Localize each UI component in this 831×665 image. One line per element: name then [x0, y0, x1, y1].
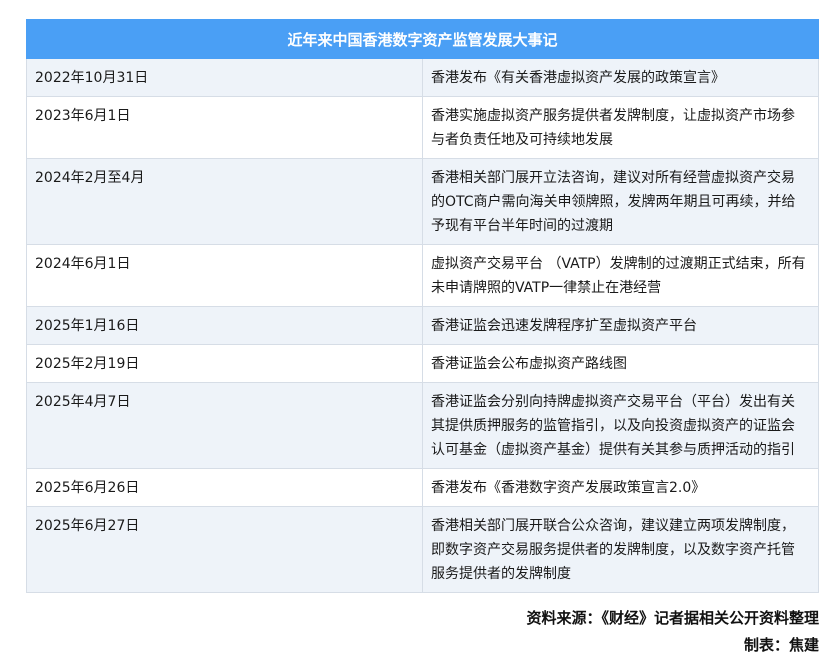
table-row: 2025年6月26日 香港发布《香港数字资产发展政策宣言2.0》	[26, 468, 819, 507]
row-event: 虚拟资产交易平台 （VATP）发牌制的过渡期正式结束，所有未申请牌照的VATP一…	[422, 244, 819, 307]
row-date: 2023年6月1日	[26, 96, 423, 159]
row-event: 香港证监会分别向持牌虚拟资产交易平台（平台）发出有关其提供质押服务的监管指引，以…	[422, 382, 819, 469]
row-event: 香港实施虚拟资产服务提供者发牌制度，让虚拟资产市场参与者负责任地及可持续地发展	[422, 96, 819, 159]
row-date: 2025年4月7日	[26, 382, 423, 469]
row-event: 香港证监会公布虚拟资产路线图	[422, 344, 819, 383]
row-date: 2024年6月1日	[26, 244, 423, 307]
table-row: 2025年1月16日 香港证监会迅速发牌程序扩至虚拟资产平台	[26, 306, 819, 345]
table-row: 2024年2月至4月 香港相关部门展开立法咨询，建议对所有经营虚拟资产交易的OT…	[26, 158, 819, 245]
table-header-row: 近年来中国香港数字资产监管发展大事记	[26, 19, 819, 59]
row-date: 2025年6月27日	[26, 506, 423, 593]
row-date: 2025年2月19日	[26, 344, 423, 383]
row-event: 香港发布《香港数字资产发展政策宣言2.0》	[422, 468, 819, 507]
row-date: 2022年10月31日	[26, 58, 423, 97]
table-row: 2023年6月1日 香港实施虚拟资产服务提供者发牌制度，让虚拟资产市场参与者负责…	[26, 96, 819, 159]
table-author-note: 制表：焦建	[743, 636, 819, 654]
source-note: 资料来源：《财经》记者据相关公开资料整理	[526, 609, 819, 627]
table-row: 2022年10月31日 香港发布《有关香港虚拟资产发展的政策宣言》	[26, 58, 819, 97]
row-event: 香港相关部门展开联合公众咨询，建议建立两项发牌制度，即数字资产交易服务提供者的发…	[422, 506, 819, 593]
table-row: 2024年6月1日 虚拟资产交易平台 （VATP）发牌制的过渡期正式结束，所有未…	[26, 244, 819, 307]
row-date: 2025年1月16日	[26, 306, 423, 345]
row-event: 香港证监会迅速发牌程序扩至虚拟资产平台	[422, 306, 819, 345]
row-date: 2025年6月26日	[26, 468, 423, 507]
timeline-table: 近年来中国香港数字资产监管发展大事记 2022年10月31日 香港发布《有关香港…	[26, 19, 819, 593]
table-title: 近年来中国香港数字资产监管发展大事记	[26, 19, 819, 59]
timeline-table-container: 近年来中国香港数字资产监管发展大事记 2022年10月31日 香港发布《有关香港…	[26, 19, 819, 593]
table-row: 2025年4月7日 香港证监会分别向持牌虚拟资产交易平台（平台）发出有关其提供质…	[26, 382, 819, 469]
table-row: 2025年6月27日 香港相关部门展开联合公众咨询，建议建立两项发牌制度，即数字…	[26, 506, 819, 593]
table-row: 2025年2月19日 香港证监会公布虚拟资产路线图	[26, 344, 819, 383]
row-date: 2024年2月至4月	[26, 158, 423, 245]
row-event: 香港相关部门展开立法咨询，建议对所有经营虚拟资产交易的OTC商户需向海关申领牌照…	[422, 158, 819, 245]
row-event: 香港发布《有关香港虚拟资产发展的政策宣言》	[422, 58, 819, 97]
